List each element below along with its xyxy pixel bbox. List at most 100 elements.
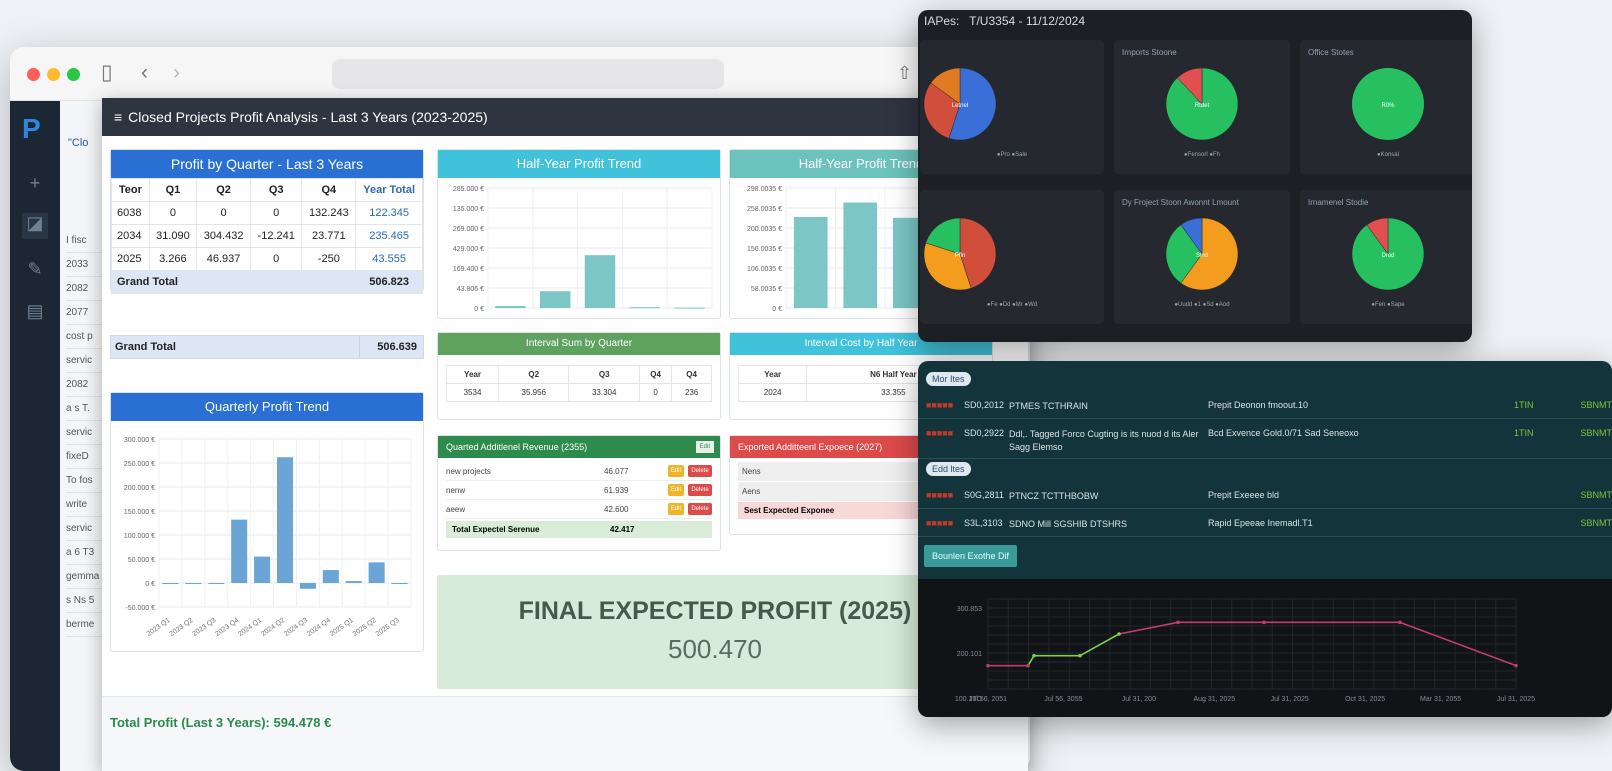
data-point bbox=[986, 663, 990, 668]
y-tick-label: 429.000 € bbox=[453, 246, 484, 253]
bar bbox=[276, 457, 294, 583]
table-cell: 132.243 bbox=[301, 201, 357, 225]
final-profit-card: FINAL EXPECTED PROFIT (2025) 500.470 bbox=[437, 575, 993, 689]
add-icon[interactable]: + bbox=[22, 173, 48, 199]
bg-list-row: To fos bbox=[66, 469, 106, 493]
item-tag: 1TIN bbox=[1514, 400, 1534, 410]
pie-slice-label: Letnel bbox=[952, 103, 968, 109]
y-tick-label: -50.000 € bbox=[125, 605, 155, 612]
bar bbox=[231, 519, 248, 583]
bg-list-row: gemma bbox=[66, 565, 106, 589]
edit-button[interactable]: Edit bbox=[668, 484, 684, 496]
pie-slice-label: Slnd bbox=[1196, 253, 1208, 259]
app-sidebar: P + ◪ ✎ ▤ bbox=[10, 101, 60, 771]
report-icon: ≡ bbox=[114, 109, 123, 125]
zoom-window-button[interactable] bbox=[67, 68, 80, 81]
pie-chart: Slnd bbox=[1165, 217, 1239, 291]
table-row[interactable]: ■■■■■ SD0,2922 Ddl,. Tagged Forco Cugting … bbox=[918, 419, 1612, 459]
y-tick-label: 285.000 € bbox=[453, 186, 484, 193]
total-profit-label: Total Profit (Last 3 Years): 594.478 € bbox=[110, 715, 332, 730]
col-header: Q3 bbox=[568, 365, 640, 384]
minimize-window-button[interactable] bbox=[47, 68, 60, 81]
interval-sum-table: Year Q2 Q3 Q4 Q4 3534 35.956 33.304 0 236 bbox=[446, 365, 712, 402]
bar bbox=[185, 583, 202, 584]
bar bbox=[629, 307, 661, 309]
table-row[interactable]: ■■■■■ SD0,2012 PTMES TCTHRAIN Prepit Deonon… bbox=[918, 391, 1612, 419]
revenue-header: Quarted Additlenel Revenue (2355) Edit bbox=[438, 436, 720, 458]
item-type: Rapid Epeeae Inemadl.T1 bbox=[1208, 518, 1313, 528]
bg-list-row: servic bbox=[66, 517, 106, 541]
pie-slice-label: Pfln bbox=[955, 253, 965, 259]
table-row: 2025 3.266 46.937 0 -250 43.555 bbox=[111, 247, 423, 271]
sidebar-icon[interactable]: ▯ bbox=[101, 59, 113, 87]
x-tick-label: 2025 Q3 bbox=[375, 617, 401, 638]
revenue-edit-button[interactable]: Edit bbox=[695, 441, 714, 453]
bg-list-row: berme bbox=[66, 613, 106, 637]
x-tick-label: 2024 Q1 bbox=[237, 617, 263, 638]
pie-chart: Rtdet bbox=[1165, 67, 1239, 141]
table-row[interactable]: ■■■■■ S0G,2811 PTNCZ TCTTHBOBW Prepit Exeee… bbox=[918, 481, 1612, 509]
edit-button[interactable]: Edit bbox=[668, 465, 684, 477]
group-pill-2[interactable]: Edd ltes bbox=[926, 462, 971, 476]
grand-total-value: 506.639 bbox=[377, 341, 417, 353]
forward-icon[interactable]: › bbox=[173, 59, 180, 87]
y-tick-label: 156.0035 € bbox=[747, 246, 782, 253]
bg-list-row: 2082 bbox=[66, 277, 106, 301]
col-header: Year bbox=[737, 365, 808, 384]
pie-chart: R0% bbox=[1352, 68, 1424, 140]
edit-button[interactable]: Edit bbox=[668, 503, 684, 515]
y-tick-label: 58.0035 € bbox=[751, 286, 782, 293]
close-window-button[interactable] bbox=[27, 68, 40, 81]
bar bbox=[584, 255, 616, 308]
col-header: Q2 bbox=[497, 365, 570, 384]
half-year-chart-card-1: Half-Year Profit Trend 285.000 € 135.000 … bbox=[437, 149, 721, 319]
x-tick-label: 2023 Q1 bbox=[146, 617, 172, 638]
pie-card: ●Fe ●Dd ●Mr ●Wd Pfln bbox=[920, 190, 1104, 324]
delete-button[interactable]: Delete bbox=[688, 503, 712, 515]
table-cell: 122.345 bbox=[355, 201, 423, 225]
col-header: Year bbox=[446, 365, 499, 384]
y-tick-label: 200.0035 € bbox=[747, 226, 782, 233]
bar bbox=[793, 216, 828, 308]
table-cell: 0 bbox=[638, 383, 673, 402]
quarterly-chart-title: Quarterly Profit Trend bbox=[111, 393, 423, 421]
y-tick-label: 200.101 bbox=[957, 651, 982, 658]
bar bbox=[674, 307, 705, 309]
delete-button[interactable]: Delete bbox=[688, 484, 712, 496]
document-icon[interactable]: ▤ bbox=[22, 301, 48, 327]
item-type: Prepit Exeeee bld bbox=[1208, 490, 1280, 500]
profit-col-header: Q3 bbox=[250, 178, 303, 202]
x-tick-label: 2023 Q3 bbox=[191, 617, 217, 638]
grand-total-value: 506.823 bbox=[355, 270, 423, 294]
list-item: aeew 42.600 Edit Delete bbox=[446, 500, 712, 519]
reports-icon[interactable]: ◪ bbox=[22, 213, 48, 239]
revenue-title: Quarted Additlenel Revenue (2355) bbox=[446, 442, 588, 452]
data-point bbox=[1262, 620, 1266, 625]
y-tick-label: 43.806 € bbox=[457, 286, 484, 293]
y-tick-label: 300.000 € bbox=[124, 437, 155, 444]
back-icon[interactable]: ‹ bbox=[141, 59, 148, 87]
table-cell: 235.465 bbox=[355, 224, 423, 248]
item-id: S0G,2811 bbox=[964, 490, 1004, 500]
delete-button[interactable]: Delete bbox=[688, 465, 712, 477]
bg-list-row: a 6 T3 bbox=[66, 541, 106, 565]
bar bbox=[208, 583, 225, 584]
grand-total-label: Grand Total bbox=[110, 270, 357, 294]
group-pill-1[interactable]: Mor Ites bbox=[926, 372, 971, 386]
bar bbox=[843, 202, 878, 308]
x-tick-label: 2024 Q4 bbox=[306, 617, 332, 638]
bar bbox=[495, 306, 526, 308]
address-bar[interactable] bbox=[332, 59, 724, 89]
y-tick-label: 50.000 € bbox=[128, 557, 155, 564]
edit-icon[interactable]: ✎ bbox=[22, 259, 48, 285]
modal-footer: Total Profit (Last 3 Years): 594.478 € bbox=[102, 696, 1028, 771]
bg-list-row: servic bbox=[66, 349, 106, 373]
table-row[interactable]: ■■■■■ S3L,3103 SDNO Mill SGSHIB DTSHRS Rapi… bbox=[918, 509, 1612, 537]
table-cell: 33.304 bbox=[568, 383, 640, 402]
share-icon[interactable]: ⇧ bbox=[897, 59, 912, 87]
list-item: nenw 61.939 Edit Delete bbox=[446, 481, 712, 500]
additional-revenue-card: Quarted Additlenel Revenue (2355) Edit n… bbox=[437, 435, 721, 551]
x-tick-label: 2025 Q2 bbox=[352, 617, 378, 638]
bg-list-row: cost p bbox=[66, 325, 106, 349]
export-diff-button[interactable]: Bounlen Exothe Dif bbox=[924, 545, 1018, 567]
